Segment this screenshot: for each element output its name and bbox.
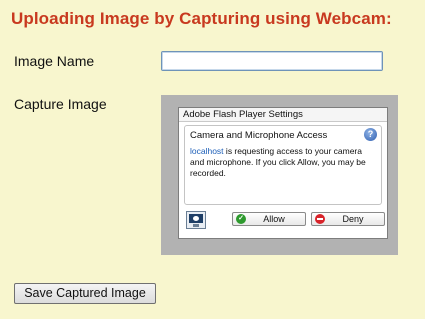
flash-settings-dialog: Adobe Flash Player Settings Camera and M… xyxy=(178,107,388,239)
deny-icon xyxy=(315,214,325,224)
flash-access-message: localhost is requesting access to your c… xyxy=(190,146,378,179)
deny-button-label: Deny xyxy=(342,214,364,224)
allow-button[interactable]: ✓ Allow xyxy=(232,212,306,226)
help-icon[interactable]: ? xyxy=(364,128,377,141)
allow-button-label: Allow xyxy=(263,214,285,224)
flash-access-heading: Camera and Microphone Access xyxy=(190,130,328,141)
flash-dialog-title: Adobe Flash Player Settings xyxy=(179,108,387,122)
capture-image-label: Capture Image xyxy=(14,96,107,112)
flash-access-panel: Camera and Microphone Access ? localhost… xyxy=(184,125,382,205)
image-name-input[interactable] xyxy=(161,51,383,71)
localhost-link: localhost xyxy=(190,146,224,156)
save-captured-image-button[interactable]: Save Captured Image xyxy=(14,283,156,304)
check-icon: ✓ xyxy=(236,214,246,224)
camera-icon[interactable] xyxy=(186,211,206,229)
page-title: Uploading Image by Capturing using Webca… xyxy=(11,9,392,28)
deny-button[interactable]: Deny xyxy=(311,212,385,226)
webcam-capture-area[interactable]: Adobe Flash Player Settings Camera and M… xyxy=(161,95,398,255)
flash-button-row: ✓ Allow Deny xyxy=(184,209,385,233)
image-name-label: Image Name xyxy=(14,53,95,69)
